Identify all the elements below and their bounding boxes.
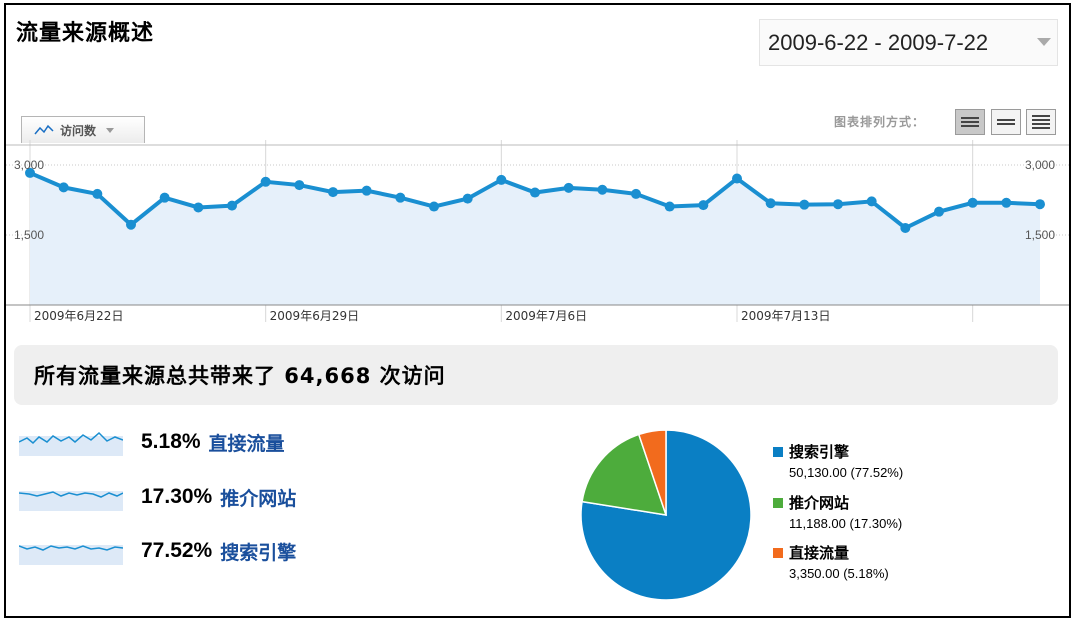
compact-icon-line xyxy=(1032,115,1050,117)
data-point[interactable] xyxy=(833,199,843,210)
data-point[interactable] xyxy=(227,200,237,211)
data-point[interactable] xyxy=(866,196,877,207)
x-tick-label: 2009年6月22日 xyxy=(34,309,123,323)
data-point[interactable] xyxy=(462,193,473,204)
data-point[interactable] xyxy=(260,176,271,187)
legend-item-referral: 推介网站 11,188.00 (17.30%) xyxy=(773,492,902,531)
layout-list-button[interactable] xyxy=(955,109,985,135)
list-icon-line xyxy=(961,121,979,123)
data-point[interactable] xyxy=(967,197,978,208)
chevron-down-icon xyxy=(106,127,115,133)
data-point[interactable] xyxy=(328,187,338,198)
data-point[interactable] xyxy=(395,192,406,203)
data-point[interactable] xyxy=(193,202,204,213)
summary-text: 所有流量来源总共带来了 64,668 次访问 xyxy=(34,364,446,388)
visits-trend-chart: 3,000 3,000 1,500 1,500 2009年6月22日 2009年6月29日… xyxy=(6,140,1069,323)
y-tick-label: 3,000 xyxy=(1025,158,1055,172)
date-range-value: 2009-6-22 - 2009-7-22 xyxy=(768,29,989,55)
data-point[interactable] xyxy=(159,192,170,203)
source-row-direct: 5.18% 直接流量 xyxy=(19,427,285,457)
traffic-pie-chart xyxy=(580,429,752,601)
data-point[interactable] xyxy=(58,182,69,193)
data-point[interactable] xyxy=(732,173,742,184)
x-tick-label: 2009年7月6日 xyxy=(505,309,587,323)
data-point[interactable] xyxy=(1035,199,1045,210)
legend-swatch xyxy=(773,446,783,457)
data-point[interactable] xyxy=(799,199,810,210)
source-link-search[interactable]: 搜索引擎 xyxy=(220,538,296,565)
compact-icon-line xyxy=(1032,127,1050,129)
list-icon-line xyxy=(961,117,979,119)
data-point[interactable] xyxy=(496,174,507,185)
data-point[interactable] xyxy=(361,185,372,196)
report-frame: 流量来源概述 2009-6-22 - 2009-7-22 访问数 图表排列方式：… xyxy=(4,3,1071,618)
metric-selector-tab[interactable]: 访问数 xyxy=(21,116,145,143)
legend-swatch xyxy=(773,497,783,508)
legend-item-search: 搜索引擎 50,130.00 (77.52%) xyxy=(773,441,903,480)
date-range-selector[interactable]: 2009-6-22 - 2009-7-22 xyxy=(759,19,1058,66)
list-icon-line xyxy=(961,125,979,127)
data-point[interactable] xyxy=(530,187,540,198)
data-point[interactable] xyxy=(900,223,911,233)
x-tick-label: 2009年6月29日 xyxy=(270,309,359,323)
x-tick-label: 2009年7月13日 xyxy=(741,309,830,323)
metric-tab-label: 访问数 xyxy=(60,123,97,138)
y-tick-label: 1,500 xyxy=(1025,228,1055,242)
legend-value: 50,130.00 (77.52%) xyxy=(789,465,904,480)
data-point[interactable] xyxy=(597,184,608,195)
table-icon-line xyxy=(997,119,1015,121)
line-chart-icon xyxy=(34,124,54,135)
y-tick-label: 1,500 xyxy=(14,228,44,242)
data-point[interactable] xyxy=(429,201,439,212)
sparkline-icon xyxy=(19,545,123,565)
sparkline-icon xyxy=(19,491,123,511)
source-link-direct[interactable]: 直接流量 xyxy=(209,429,285,456)
data-point[interactable] xyxy=(631,188,641,199)
data-point[interactable] xyxy=(294,180,305,191)
table-icon-line xyxy=(997,123,1015,125)
legend-name: 直接流量 xyxy=(789,544,850,562)
data-point[interactable] xyxy=(92,188,103,199)
compact-icon-line xyxy=(1032,123,1050,125)
sparkline-icon xyxy=(19,431,123,456)
chevron-down-icon[interactable] xyxy=(1037,38,1051,46)
layout-table-button[interactable] xyxy=(991,109,1021,135)
page-title: 流量来源概述 xyxy=(16,21,155,46)
legend-name: 推介网站 xyxy=(789,494,850,512)
data-point[interactable] xyxy=(664,201,675,212)
compact-icon-line xyxy=(1032,119,1050,121)
legend-swatch xyxy=(773,547,783,558)
y-tick-label: 3,000 xyxy=(14,158,44,172)
data-point[interactable] xyxy=(1001,197,1012,208)
source-row-referral: 17.30% 推介网站 xyxy=(19,482,296,512)
legend-value: 3,350.00 (5.18%) xyxy=(789,566,889,581)
data-point[interactable] xyxy=(563,182,574,193)
source-percent: 17.30% xyxy=(141,485,213,508)
data-point[interactable] xyxy=(126,219,136,230)
legend-value: 11,188.00 (17.30%) xyxy=(789,516,903,531)
source-row-search: 77.52% 搜索引擎 xyxy=(19,536,296,566)
source-link-referral[interactable]: 推介网站 xyxy=(220,484,296,511)
legend-item-direct: 直接流量 3,350.00 (5.18%) xyxy=(773,542,889,581)
summary-bar: 所有流量来源总共带来了 64,668 次访问 xyxy=(14,345,1058,405)
source-percent: 5.18% xyxy=(141,430,201,453)
legend-name: 搜索引擎 xyxy=(789,443,850,461)
layout-compact-button[interactable] xyxy=(1026,109,1056,135)
data-point[interactable] xyxy=(698,200,709,211)
data-point[interactable] xyxy=(934,206,944,217)
data-point[interactable] xyxy=(765,198,776,209)
layout-label: 图表排列方式： xyxy=(834,115,926,129)
source-percent: 77.52% xyxy=(141,539,213,562)
